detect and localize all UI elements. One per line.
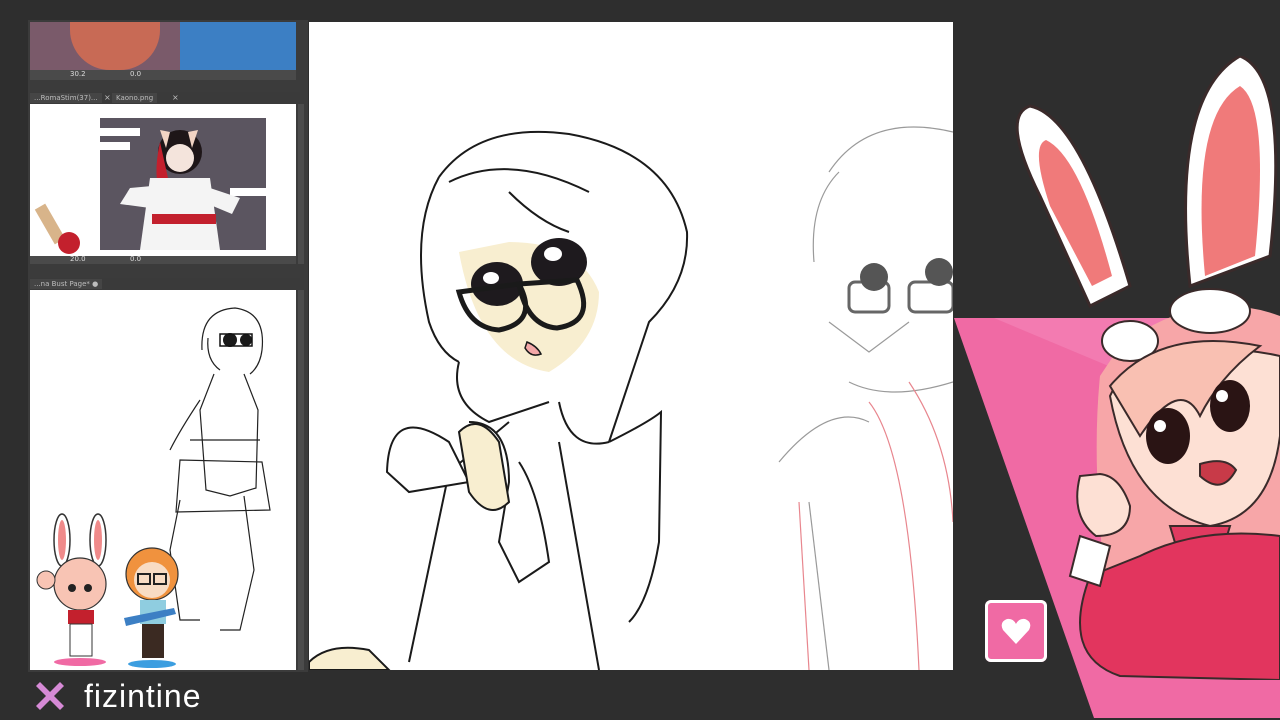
tab-file-1[interactable]: ...RomaStim(37)... bbox=[30, 93, 102, 103]
bunny-mascot bbox=[1000, 54, 1280, 684]
streamer-brand: fizintine bbox=[32, 676, 202, 716]
reference-mushroom bbox=[58, 232, 80, 254]
tab-bar-middle: ...RomaStim(37)... × Kaono.png × bbox=[30, 92, 300, 104]
zoom-ruler-middle[interactable]: 20.0 0.0 bbox=[30, 255, 296, 264]
tab-file-2[interactable]: Kaono.png bbox=[112, 93, 158, 103]
mini-character-glasses bbox=[118, 544, 188, 670]
reference-art-top bbox=[70, 22, 160, 70]
zoom-ruler-top[interactable]: 30.2 0.0 bbox=[30, 70, 296, 80]
tab-file-3[interactable]: ...na Bust Page* ● bbox=[30, 279, 103, 289]
reference-panel-top[interactable]: 30.2 0.0 bbox=[30, 22, 296, 80]
heart-icon bbox=[985, 600, 1047, 662]
zoom-value: 30.2 bbox=[70, 70, 86, 78]
scrollbar-bottom[interactable] bbox=[298, 290, 304, 670]
zoom-value: 20.0 bbox=[70, 255, 86, 263]
angle-value: 0.0 bbox=[130, 255, 142, 263]
drawing-canvas[interactable] bbox=[309, 22, 953, 670]
reference-panel-middle[interactable]: 20.0 0.0 bbox=[30, 104, 296, 264]
tab-bar-bottom: ...na Bust Page* ● bbox=[30, 278, 300, 290]
angle-value: 0.0 bbox=[130, 70, 142, 78]
mini-character-bunny bbox=[36, 510, 116, 670]
navigator-panel[interactable] bbox=[30, 290, 296, 670]
streamer-name: fizintine bbox=[84, 677, 202, 714]
canvas-artwork bbox=[309, 126, 953, 670]
reference-art-oni bbox=[100, 118, 266, 250]
close-icon[interactable]: × bbox=[104, 93, 111, 102]
reference-art-top-2 bbox=[180, 22, 296, 70]
x-logo-icon bbox=[36, 682, 64, 710]
scrollbar-middle[interactable] bbox=[298, 104, 304, 264]
close-icon[interactable]: × bbox=[172, 93, 179, 102]
